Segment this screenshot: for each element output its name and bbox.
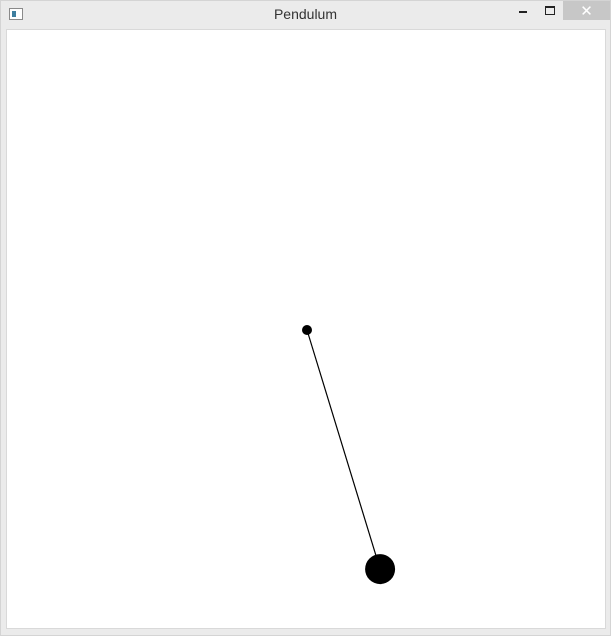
pendulum-drawing: [302, 325, 396, 585]
pendulum-canvas: [6, 29, 606, 629]
minimize-icon: [519, 11, 527, 13]
close-button[interactable]: ✕: [563, 1, 610, 20]
pendulum-rod: [306, 329, 381, 570]
pendulum-pivot: [302, 325, 312, 335]
maximize-button[interactable]: [537, 1, 563, 20]
pendulum-bob: [365, 554, 396, 585]
title-bar[interactable]: Pendulum ✕: [1, 1, 610, 29]
close-icon: ✕: [580, 1, 593, 20]
minimize-button[interactable]: [509, 1, 537, 20]
pendulum-window: Pendulum ✕: [0, 0, 611, 636]
maximize-icon: [545, 6, 555, 15]
